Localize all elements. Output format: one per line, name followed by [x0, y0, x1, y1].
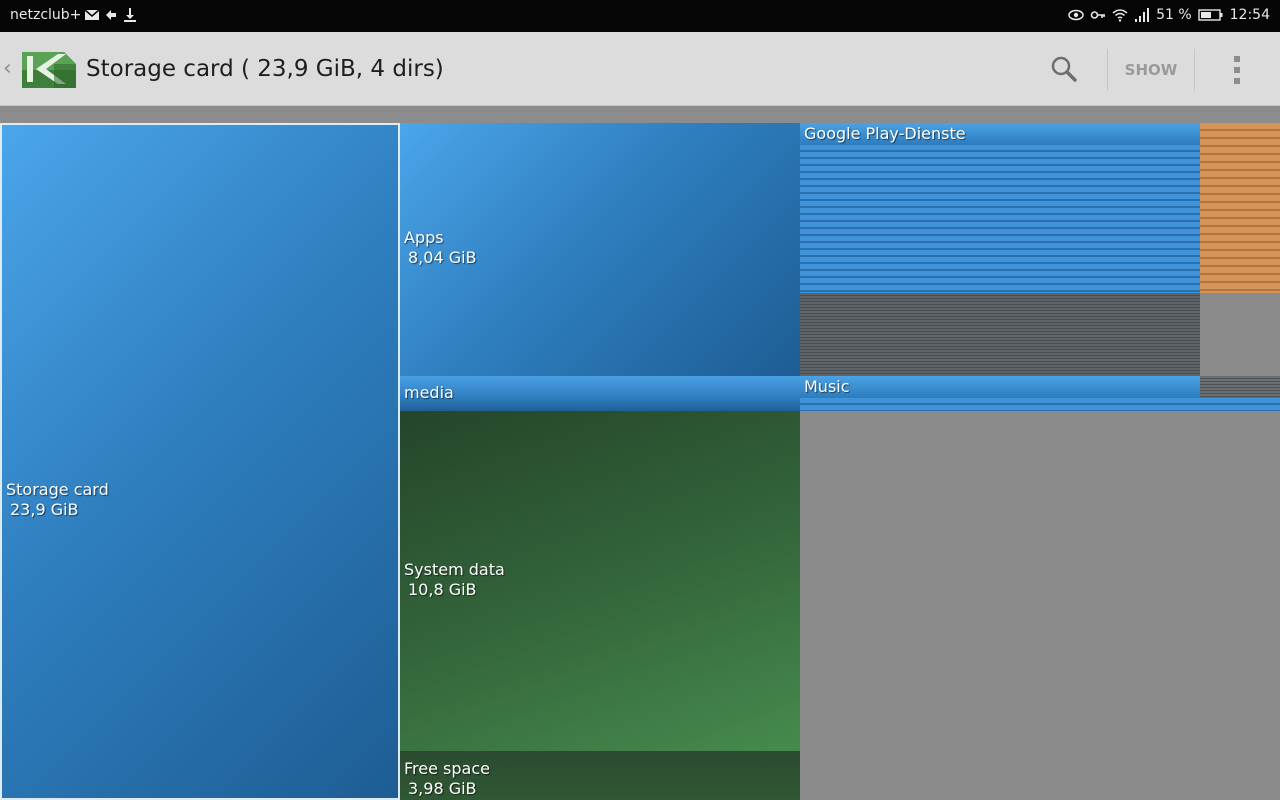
tile-label: Apps 8,04 GiB — [404, 228, 477, 268]
action-divider — [1194, 49, 1195, 91]
tile-apps[interactable]: Apps 8,04 GiB — [400, 123, 800, 376]
download-icon — [122, 7, 138, 23]
clock: 12:54 — [1229, 7, 1270, 23]
tile-name: media — [404, 383, 454, 402]
tile-music-files[interactable] — [800, 398, 1200, 411]
overflow-menu-icon[interactable] — [1224, 52, 1250, 88]
show-button[interactable]: SHOW — [1110, 56, 1192, 84]
tile-media-files-blue[interactable] — [1200, 398, 1280, 411]
tile-name: Google Play-Dienste — [804, 124, 966, 143]
tile-name: Storage card — [6, 480, 109, 499]
key-icon — [1090, 7, 1106, 23]
wifi-icon — [1112, 7, 1128, 23]
tile-label: Music — [804, 377, 850, 397]
tile-name: Free space — [404, 759, 490, 778]
back-chevron-icon[interactable]: ‹ — [3, 56, 17, 82]
status-right: 51 % 12:54 — [1068, 7, 1270, 23]
tile-size: 23,9 GiB — [10, 500, 79, 519]
signal-icon — [1134, 7, 1150, 23]
tile-google-play-dienste[interactable]: Google Play-Dienste — [800, 123, 1200, 145]
tile-label: media — [404, 383, 454, 403]
sync-icon — [103, 7, 119, 23]
tile-size: 8,04 GiB — [408, 248, 477, 267]
search-icon[interactable] — [1047, 52, 1081, 86]
tile-system-data[interactable]: System data 10,8 GiB — [400, 411, 800, 751]
tile-app-files-striped[interactable] — [800, 145, 1200, 293]
status-bar: netzclub+ 51 % 12:54 — [0, 0, 1280, 32]
tile-other-files-orange[interactable] — [1200, 123, 1280, 293]
tile-media-files-gray[interactable] — [1200, 376, 1280, 398]
treemap-top-gutter — [0, 107, 1280, 123]
battery-percent: 51 % — [1156, 7, 1192, 23]
tile-label: Google Play-Dienste — [804, 124, 966, 144]
action-bar: ‹ Storage card ( 23,9 GiB, 4 dirs) SHOW — [0, 32, 1280, 106]
eye-icon — [1068, 7, 1084, 23]
carrier-name: netzclub+ — [10, 7, 82, 23]
app-logo-icon[interactable] — [18, 46, 80, 92]
tile-label: Storage card 23,9 GiB — [6, 480, 109, 520]
battery-icon — [1197, 7, 1224, 23]
tile-name: Music — [804, 377, 850, 396]
tile-size: 3,98 GiB — [408, 779, 477, 798]
tile-free-space[interactable]: Free space 3,98 GiB — [400, 751, 800, 800]
tile-name: Apps — [404, 228, 444, 247]
tile-size: 10,8 GiB — [408, 580, 477, 599]
action-divider — [1107, 49, 1108, 91]
tile-app-files-gray[interactable] — [800, 293, 1200, 376]
tile-label: Free space 3,98 GiB — [404, 759, 490, 799]
mail-icon — [84, 7, 100, 23]
tile-name: System data — [404, 560, 505, 579]
status-left: netzclub+ — [10, 7, 138, 23]
tile-label: System data 10,8 GiB — [404, 560, 505, 600]
page-title: Storage card ( 23,9 GiB, 4 dirs) — [86, 56, 444, 82]
tile-media[interactable]: media — [400, 376, 800, 411]
treemap[interactable]: Storage card 23,9 GiB Apps 8,04 GiB medi… — [0, 123, 1280, 800]
tile-music[interactable]: Music — [800, 376, 1200, 398]
tile-storage-card[interactable]: Storage card 23,9 GiB — [0, 123, 400, 800]
